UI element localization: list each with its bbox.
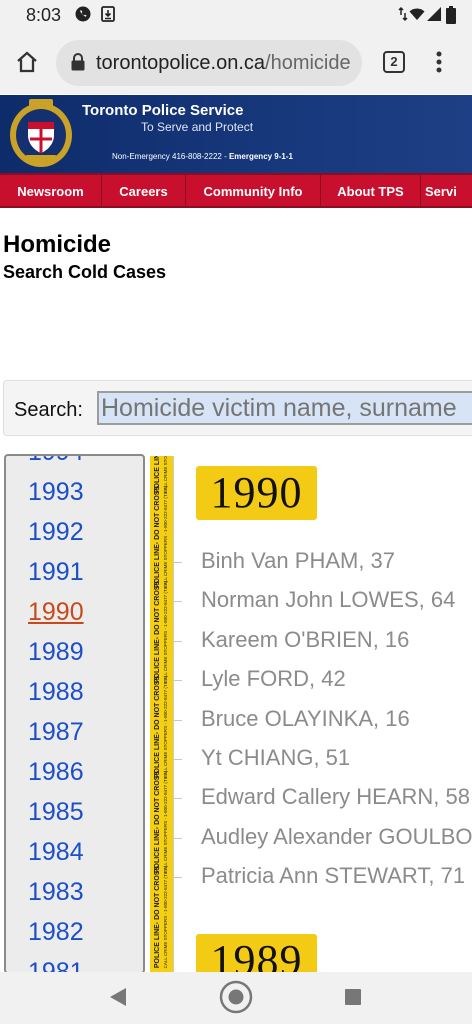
- tape-text: POLICE LINE- DO NOT CROSSCALL CRIME STOP…: [154, 837, 170, 972]
- page-title: Homicide: [3, 231, 112, 258]
- url-path: /homicide: [265, 52, 351, 74]
- system-navigation-bar: [0, 972, 472, 1024]
- year-link-active[interactable]: 1990: [28, 598, 118, 627]
- year-link[interactable]: 1989: [28, 638, 118, 667]
- tps-crest-logo[interactable]: [8, 97, 74, 173]
- search-input[interactable]: [97, 391, 472, 425]
- emergency-text: Emergency 9-1-1: [228, 152, 293, 161]
- timeline-tick: [173, 759, 182, 760]
- status-time: 8:03: [26, 5, 62, 25]
- site-motto: To Serve and Protect: [141, 120, 254, 134]
- timeline-tick: [173, 877, 182, 879]
- home-circle-icon[interactable]: [219, 980, 253, 1019]
- download-icon: [100, 6, 116, 22]
- tab-switcher-button[interactable]: 2: [383, 51, 405, 73]
- victim-entry[interactable]: Patricia Ann STEWART, 71: [201, 863, 465, 889]
- year-link[interactable]: 1991: [28, 558, 118, 587]
- nav-item-community-info[interactable]: Community Info: [186, 175, 321, 206]
- home-icon[interactable]: [15, 50, 39, 79]
- timeline-tick: [173, 562, 182, 563]
- search-label: Search:: [14, 399, 83, 421]
- nav-item-newsroom[interactable]: Newsroom: [0, 175, 102, 206]
- victim-entry[interactable]: Kareem O'BRIEN, 16: [201, 627, 409, 653]
- non-emergency-text: Non-Emergency 416-808-2222 -: [112, 152, 229, 161]
- site-header: Toronto Police Service To Serve and Prot…: [0, 95, 472, 173]
- victim-entry[interactable]: Audley Alexander GOULBOURNE: [201, 824, 472, 850]
- next-year-heading-badge: 1989: [196, 934, 317, 972]
- lock-icon: [70, 52, 86, 77]
- timeline-tick: [173, 798, 182, 800]
- year-link[interactable]: 1992: [28, 518, 118, 547]
- main-nav: Newsroom Careers Community Info About TP…: [0, 173, 472, 208]
- cell-signal-icon: [426, 6, 442, 22]
- victim-entry[interactable]: Norman John LOWES, 64: [201, 587, 455, 613]
- year-link[interactable]: 1982: [28, 918, 118, 947]
- url-text: torontopolice.on.ca/homicide: [96, 52, 351, 75]
- page-subtitle: Search Cold Cases: [3, 262, 167, 282]
- year-link[interactable]: 1988: [28, 678, 118, 707]
- timeline-tick: [173, 680, 182, 682]
- year-link[interactable]: 1986: [28, 758, 118, 787]
- tab-count: 2: [390, 54, 398, 69]
- phone-numbers: Non-Emergency 416-808-2222 - Emergency 9…: [112, 152, 293, 161]
- year-heading-badge: 1990: [196, 466, 317, 520]
- tape-main-text: POLICE LINE- DO NOT CROSS: [154, 865, 161, 969]
- year-link[interactable]: 1984: [28, 838, 118, 867]
- wifi-icon: [409, 6, 425, 22]
- back-icon[interactable]: [109, 987, 127, 1012]
- nav-item-careers[interactable]: Careers: [102, 175, 186, 206]
- timeline-tick: [173, 719, 182, 721]
- year-list[interactable]: 1994 1993 1992 1991 1990 1989 1988 1987 1986 1985…: [4, 454, 145, 974]
- year-link[interactable]: 1985: [28, 798, 118, 827]
- url-bar[interactable]: torontopolice.on.ca/homicide: [56, 40, 362, 86]
- tape-sub-text: CALL CRIME STOPPERS - 1-800-222-8477 (TI…: [163, 865, 168, 969]
- victim-timeline[interactable]: 1990 1989 Binh Van PHAM, 37 Norman John L…: [173, 456, 472, 972]
- year-link[interactable]: 1993: [28, 478, 118, 507]
- victim-entry[interactable]: Edward Callery HEARN, 58: [201, 784, 470, 810]
- site-title: Toronto Police Service: [82, 102, 244, 119]
- victim-entry[interactable]: Bruce OLAYINKA, 16: [201, 706, 410, 732]
- nav-item-about-tps[interactable]: About TPS: [321, 175, 421, 206]
- timeline-line: [173, 456, 174, 972]
- status-bar: 8:03: [0, 0, 472, 30]
- timeline-tick: [173, 837, 182, 839]
- battery-icon: [446, 6, 456, 24]
- year-link[interactable]: 1987: [28, 718, 118, 747]
- timeline-tick: [173, 640, 182, 642]
- year-link[interactable]: 1994: [28, 456, 118, 467]
- year-link[interactable]: 1983: [28, 878, 118, 907]
- victim-entry[interactable]: Lyle FORD, 42: [201, 666, 346, 692]
- search-bar: Search:: [3, 380, 472, 436]
- victim-entry[interactable]: Yt CHIANG, 51: [201, 745, 350, 771]
- url-domain: torontopolice.on.ca: [96, 52, 266, 74]
- phone-call-icon: [75, 6, 91, 22]
- victim-entry[interactable]: Binh Van PHAM, 37: [201, 548, 395, 574]
- nav-item-services[interactable]: Servi: [421, 175, 472, 206]
- timeline-tick: [173, 601, 182, 603]
- browser-toolbar: torontopolice.on.ca/homicide 2: [0, 30, 472, 94]
- police-tape-border: POLICE LINE- DO NOT CROSS CALL CRIME STOP…: [150, 456, 173, 972]
- recents-square-icon[interactable]: [344, 988, 362, 1011]
- more-menu-icon[interactable]: [433, 50, 445, 79]
